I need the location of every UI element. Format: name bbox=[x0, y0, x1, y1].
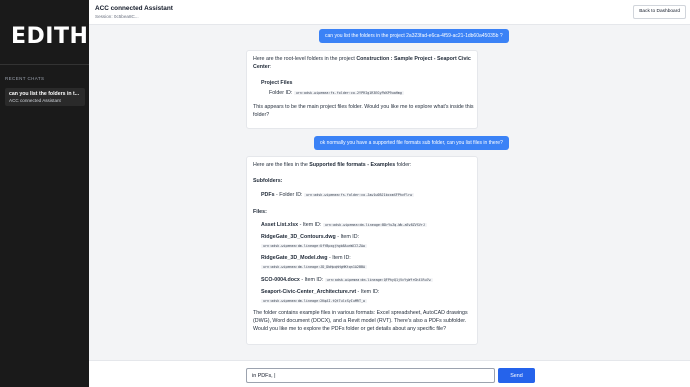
subfolders-heading: Subfolders: bbox=[253, 178, 283, 184]
subfolder-id: urn:adsk.wipemea:fs.folder:co.Jaw1u0BJ1b… bbox=[303, 193, 415, 197]
folder-id: urn:adsk.wipemea:fs.folder:co.2YPRIg1R3E… bbox=[293, 91, 404, 95]
file-id: urn:adsk.wipemea:dm.lineage:QFPhyQ1jVcYy… bbox=[324, 278, 433, 282]
composer: Send bbox=[89, 360, 690, 387]
intro-text: Here are the root-level folders in the p… bbox=[253, 56, 357, 62]
intro-suffix: : bbox=[269, 64, 272, 71]
file-id-label: - Item ID: bbox=[335, 234, 360, 240]
file-id-row: urn:adsk.wipemea:dm.lineage:UfYBpxgjhgb8… bbox=[261, 242, 368, 250]
subfolder-row: PDFs - Folder ID: urn:adsk.wipemea:fs.fo… bbox=[261, 191, 415, 199]
folder-id-row: Folder ID: urn:adsk.wipemea:fs.folder:co… bbox=[269, 89, 404, 97]
file-item: RidgeGate_3D_Model.dwg - Item ID: bbox=[261, 254, 351, 262]
subfolder-id-label: - Folder ID: bbox=[274, 192, 304, 198]
files-heading: Files: bbox=[253, 209, 267, 215]
sidebar: EDITH RECENT CHATS can you list the fold… bbox=[0, 0, 89, 387]
page-title: ACC connected Assistant bbox=[95, 5, 173, 12]
file-id-row: urn:adsk.wipemea:dm.lineage:2KqAI-tQt7ul… bbox=[261, 297, 368, 305]
recent-chat-item[interactable]: can you list the folders in t... ACC con… bbox=[5, 88, 85, 106]
file-id: urn:adsk.wipemea:dm.lineage:2KqAI-tQt7ul… bbox=[261, 299, 368, 303]
send-button[interactable]: Send bbox=[498, 368, 535, 383]
session-id: Session: 0c5bea8C... bbox=[95, 14, 139, 19]
assistant-outro: The folder contains example files in var… bbox=[253, 310, 468, 333]
assistant-intro: Here are the files in the Supported file… bbox=[253, 161, 411, 169]
file-name: SCO-0004.docx bbox=[261, 277, 300, 283]
assistant-intro: Here are the root-level folders in the p… bbox=[253, 55, 475, 71]
user-message: ok normally you have a supported file fo… bbox=[314, 136, 509, 150]
file-name: RidgeGate_3D_Contours.dwg bbox=[261, 234, 336, 240]
folder-title: Supported file formats - Examples bbox=[309, 162, 396, 168]
chat-thread: can you list the folders in the project … bbox=[89, 25, 690, 360]
subfolder-name: PDFs bbox=[261, 192, 275, 198]
back-to-dashboard-button[interactable]: Back to Dashboard bbox=[633, 5, 686, 19]
recent-chat-title: can you list the folders in t... bbox=[9, 91, 80, 97]
assistant-message: Here are the files in the Supported file… bbox=[246, 156, 478, 345]
file-item: RidgeGate_3D_Contours.dwg - Item ID: bbox=[261, 233, 359, 241]
folder-name: Project Files bbox=[261, 80, 293, 86]
app-logo: EDITH bbox=[11, 24, 89, 49]
file-name: Asset List.xlsx bbox=[261, 222, 299, 228]
file-id: urn:adsk.wipemea:dm.lineage:BDrYuZq-Wb-a… bbox=[322, 223, 427, 227]
header: ACC connected Assistant Session: 0c5bea8… bbox=[89, 0, 690, 25]
file-id-row: urn:adsk.wipemea:dm.lineage:JD_DbHpqhHgH… bbox=[261, 263, 368, 271]
file-name: Seaport-Civic-Center_Architecture.rvt bbox=[261, 289, 357, 295]
assistant-message: Here are the root-level folders in the p… bbox=[246, 50, 478, 129]
file-id-label: - Item ID: bbox=[299, 277, 325, 283]
recent-chat-subtitle: ACC connected Assistant bbox=[9, 98, 61, 103]
message-input[interactable] bbox=[246, 368, 495, 383]
file-name: RidgeGate_3D_Model.dwg bbox=[261, 255, 328, 261]
file-id: urn:adsk.wipemea:dm.lineage:UfYBpxgjhgb8… bbox=[261, 244, 368, 248]
intro-suffix: folder: bbox=[395, 162, 412, 168]
file-id-label: - Item ID: bbox=[327, 255, 351, 261]
intro-text: Here are the files in the bbox=[253, 162, 310, 168]
file-id-label: - Item ID: bbox=[298, 222, 323, 228]
file-id-label: - Item ID: bbox=[356, 289, 380, 295]
user-message: can you list the folders in the project … bbox=[319, 29, 509, 43]
file-id: urn:adsk.wipemea:dm.lineage:JD_DbHpqhHgH… bbox=[261, 265, 368, 269]
assistant-outro: This appears to be the main project file… bbox=[253, 104, 474, 119]
file-item: SCO-0004.docx - Item ID: urn:adsk.wipeme… bbox=[261, 276, 433, 284]
recent-chats-label: RECENT CHATS bbox=[5, 76, 45, 81]
file-item: Seaport-Civic-Center_Architecture.rvt - … bbox=[261, 288, 379, 296]
folder-id-label: Folder ID: bbox=[269, 90, 293, 96]
file-item: Asset List.xlsx - Item ID: urn:adsk.wipe… bbox=[261, 221, 427, 229]
sidebar-divider bbox=[0, 64, 89, 65]
